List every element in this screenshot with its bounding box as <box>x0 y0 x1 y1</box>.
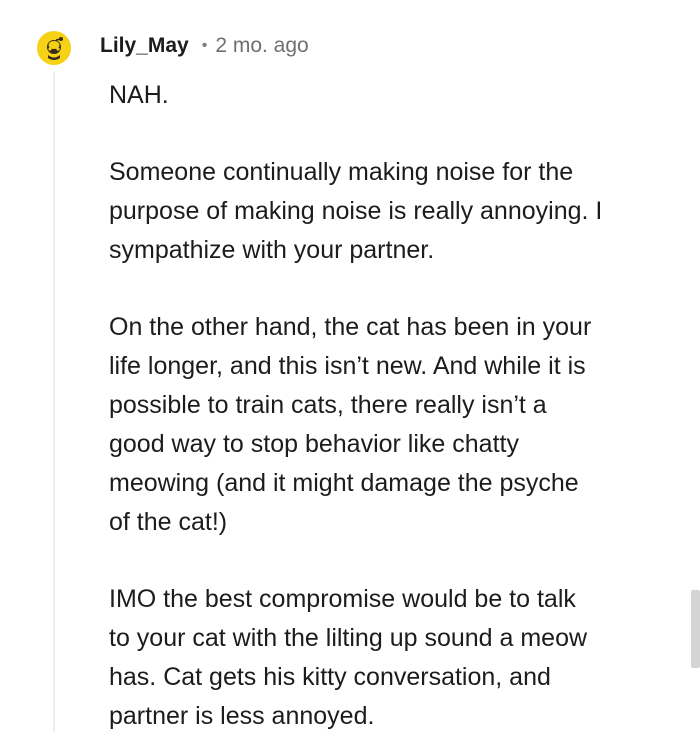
comment-body: NAH. Someone continually making noise fo… <box>109 76 669 736</box>
comment-paragraph: Someone continually making noise for the… <box>109 158 603 264</box>
comment-timestamp[interactable]: 2 mo. ago <box>215 32 308 60</box>
snoo-avatar-icon <box>37 31 71 65</box>
comment-paragraph: NAH. <box>109 81 169 109</box>
username-link[interactable]: Lily_May <box>100 32 189 60</box>
scrollbar-thumb[interactable] <box>691 590 700 668</box>
meta-separator: • <box>201 37 208 54</box>
comment-meta: Lily_May • 2 mo. ago <box>100 32 309 60</box>
comment-paragraph: On the other hand, the cat has been in y… <box>109 313 592 536</box>
comment-paragraph: IMO the best compromise would be to talk… <box>109 585 588 730</box>
user-avatar[interactable] <box>36 30 72 66</box>
comment-thread-line[interactable] <box>53 72 55 732</box>
